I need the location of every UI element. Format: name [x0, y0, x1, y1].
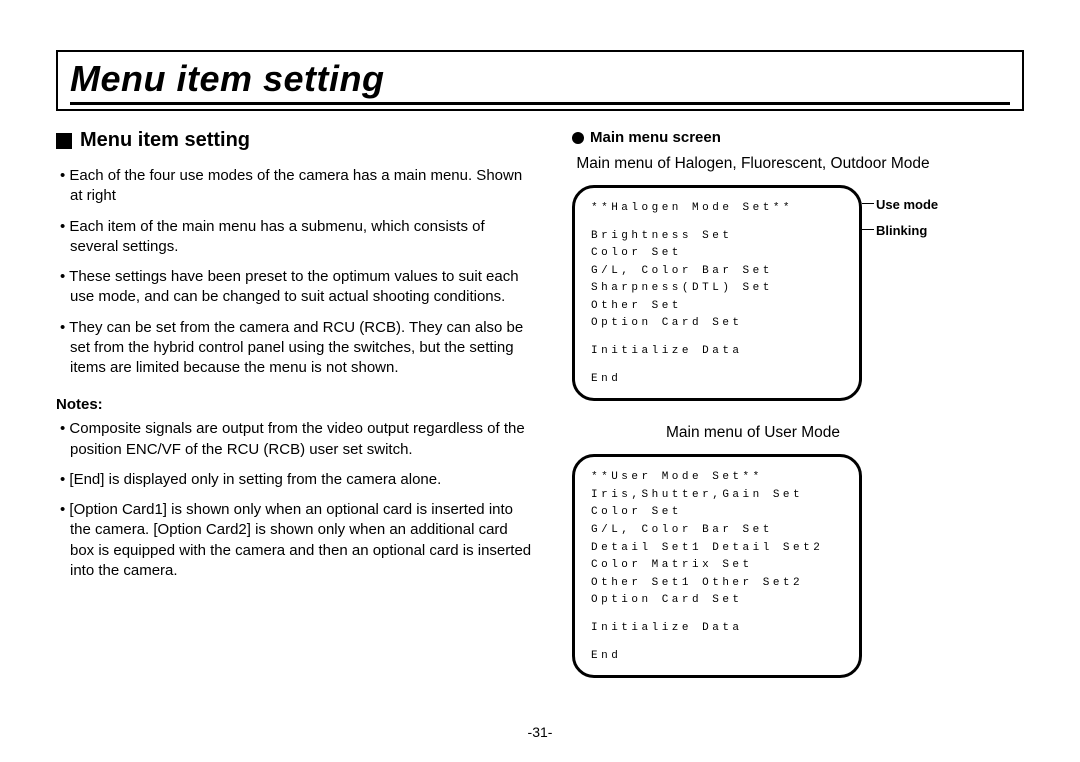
page-title: Menu item setting	[70, 58, 1010, 100]
list-item: These settings have been preset to the o…	[56, 267, 536, 308]
two-column-layout: Menu item setting Each of the four use m…	[56, 129, 1024, 700]
screen2-wrap: **User Mode Set** Iris,Shutter,Gain Set …	[572, 454, 1024, 678]
connector-line	[862, 203, 874, 204]
notes-heading: Notes:	[56, 396, 536, 413]
screen-line: Sharpness(DTL) Set	[591, 280, 843, 298]
list-item: [End] is displayed only in setting from …	[56, 470, 536, 490]
left-column: Menu item setting Each of the four use m…	[56, 129, 536, 700]
screen1-annotations: Use mode Blinking	[876, 185, 996, 193]
screen1-wrap: **Halogen Mode Set** Brightness Set Colo…	[572, 185, 1024, 401]
screen-line: Other Set	[591, 298, 843, 316]
list-item: Each of the four use modes of the camera…	[56, 166, 536, 207]
page-number: -31-	[0, 724, 1080, 740]
section-heading: Menu item setting	[56, 129, 536, 152]
blinking-label: Blinking	[876, 223, 927, 239]
user-menu-screen: **User Mode Set** Iris,Shutter,Gain Set …	[572, 454, 862, 678]
list-item: They can be set from the camera and RCU …	[56, 318, 536, 379]
screen-line: End	[591, 648, 843, 666]
screen-line: Color Set	[591, 245, 843, 263]
title-box: Menu item setting	[56, 50, 1024, 111]
screen1-caption: Main menu of Halogen, Fluorescent, Outdo…	[572, 154, 1024, 175]
halogen-menu-screen: **Halogen Mode Set** Brightness Set Colo…	[572, 185, 862, 401]
screen-line: Detail Set1 Detail Set2	[591, 540, 843, 558]
screen-line: Color Matrix Set	[591, 557, 843, 575]
screen-line: Option Card Set	[591, 315, 843, 333]
list-item: Composite signals are output from the vi…	[56, 419, 536, 460]
screen-line: Option Card Set	[591, 592, 843, 610]
main-bullet-list: Each of the four use modes of the camera…	[56, 166, 536, 378]
list-item: Each item of the main menu has a submenu…	[56, 217, 536, 258]
title-underline	[70, 102, 1010, 105]
right-heading-text: Main menu screen	[590, 129, 721, 146]
screen-line: Color Set	[591, 504, 843, 522]
screen-line: Other Set1 Other Set2	[591, 575, 843, 593]
screen-line: Brightness Set	[591, 228, 843, 246]
square-bullet-icon	[56, 133, 72, 149]
use-mode-label: Use mode	[876, 197, 938, 213]
screen-line: End	[591, 371, 843, 389]
manual-page: Menu item setting Menu item setting Each…	[0, 0, 1080, 720]
section-heading-text: Menu item setting	[80, 129, 250, 152]
screen-line: **User Mode Set**	[591, 469, 843, 487]
screen-line: G/L, Color Bar Set	[591, 522, 843, 540]
connector-line	[862, 229, 874, 230]
notes-bullet-list: Composite signals are output from the vi…	[56, 419, 536, 581]
screen-line: **Halogen Mode Set**	[591, 200, 843, 218]
screen2-caption: Main menu of User Mode	[572, 423, 1024, 444]
screen-line: G/L, Color Bar Set	[591, 263, 843, 281]
screen-line: Initialize Data	[591, 620, 843, 638]
screen-line: Iris,Shutter,Gain Set	[591, 487, 843, 505]
right-column: Main menu screen Main menu of Halogen, F…	[572, 129, 1024, 700]
disc-bullet-icon	[572, 132, 584, 144]
right-heading: Main menu screen	[572, 129, 1024, 146]
list-item: [Option Card1] is shown only when an opt…	[56, 500, 536, 581]
screen-line: Initialize Data	[591, 343, 843, 361]
